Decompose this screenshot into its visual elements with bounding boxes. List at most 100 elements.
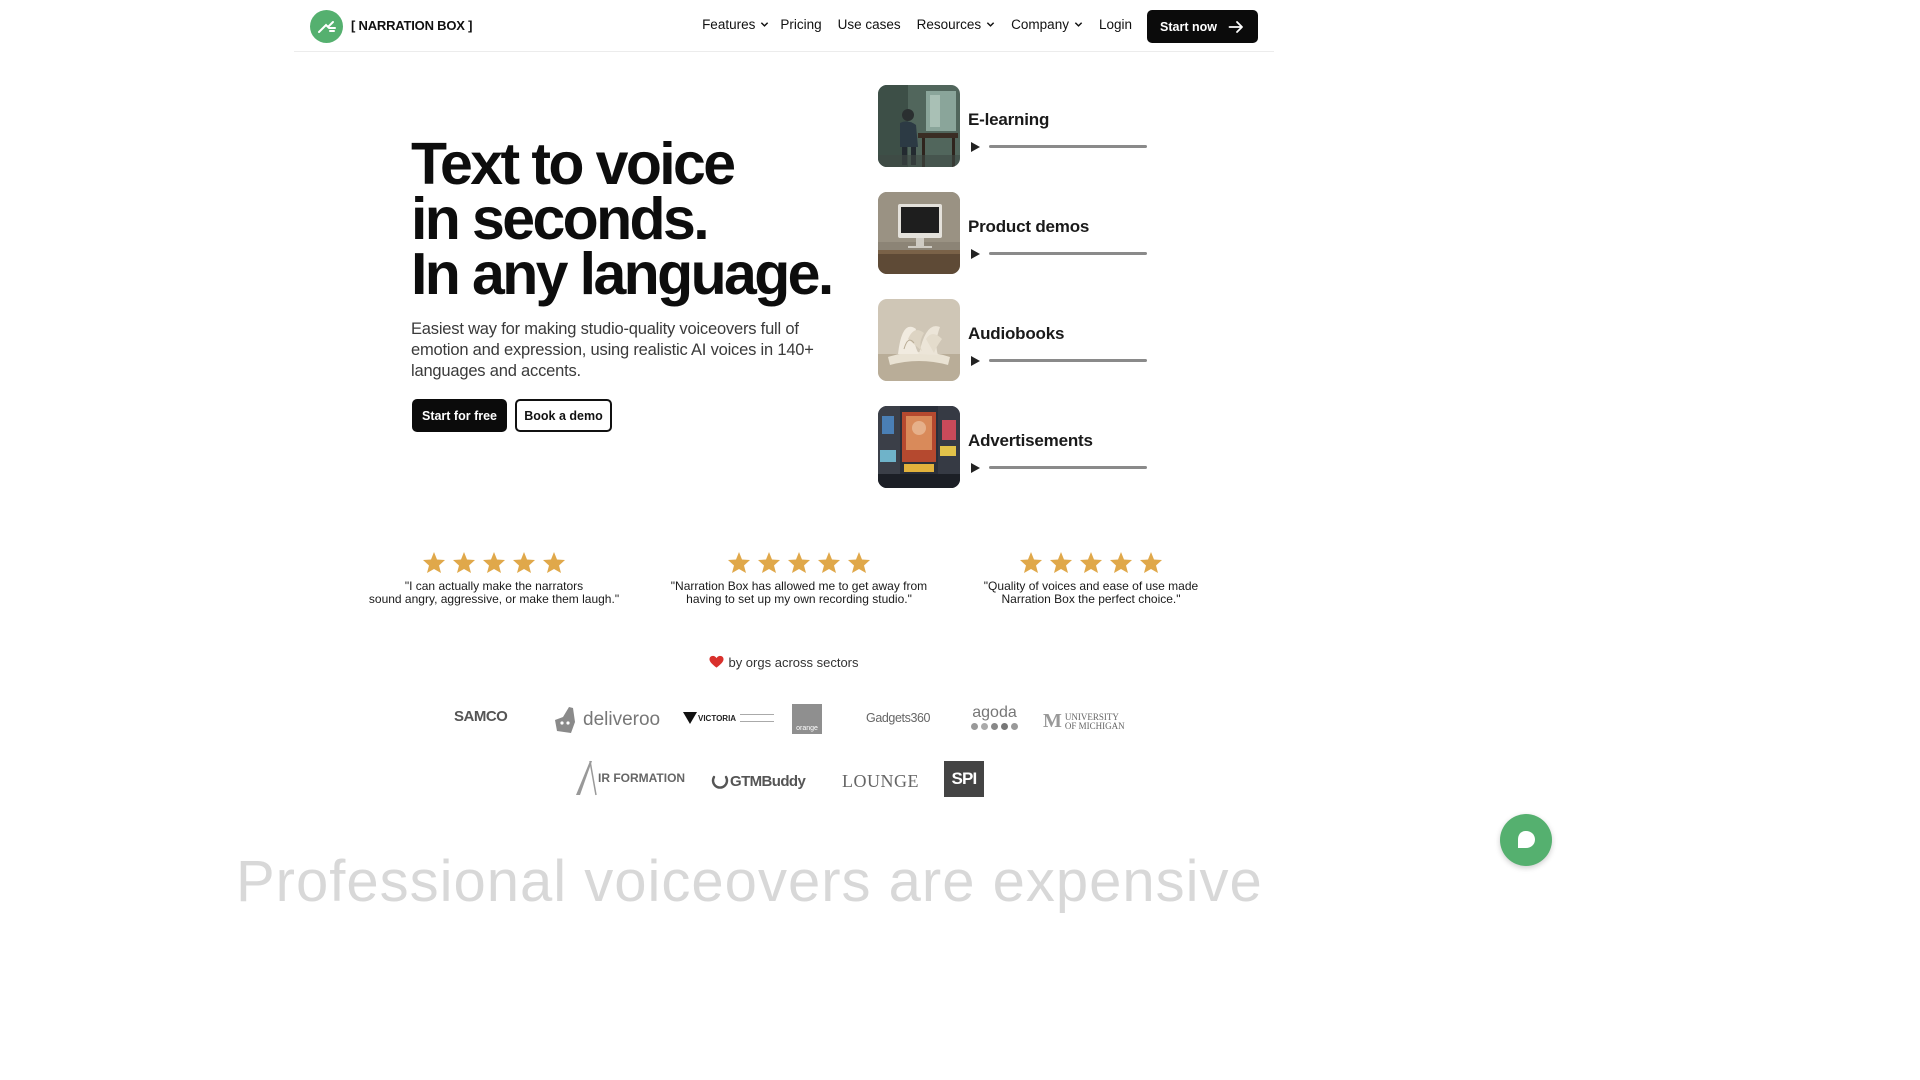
logo-lounge: LOUNGE bbox=[842, 771, 919, 792]
use-case-title: Advertisements bbox=[968, 431, 1093, 450]
logo-text: agoda bbox=[972, 704, 1017, 721]
use-case-advertisements: Advertisements bbox=[878, 406, 1178, 488]
testimonial-quote: "Narration Box has allowed me to get awa… bbox=[670, 579, 928, 606]
star-rating bbox=[362, 551, 626, 574]
star-icon bbox=[788, 552, 810, 573]
nav-item-company[interactable]: Company bbox=[1011, 17, 1083, 32]
star-rating bbox=[976, 551, 1206, 574]
play-icon[interactable] bbox=[970, 462, 981, 474]
star-icon bbox=[1140, 552, 1162, 573]
nav-item-pricing[interactable]: Pricing bbox=[780, 17, 821, 32]
loved-by-text: by orgs across sectors bbox=[728, 655, 859, 670]
nav-item-label: Pricing bbox=[780, 17, 822, 32]
michigan-m-icon: M bbox=[1043, 710, 1062, 732]
star-icon bbox=[848, 552, 870, 573]
logo-spi: SPI bbox=[944, 761, 984, 797]
testimonial: "I can actually make the narrators sound… bbox=[362, 551, 626, 606]
logo-gadgets360: Gadgets360 bbox=[866, 711, 931, 725]
star-icon bbox=[1080, 552, 1102, 573]
star-icon bbox=[543, 552, 565, 573]
testimonial: "Quality of voices and ease of use made … bbox=[976, 551, 1206, 606]
arrow-right-icon bbox=[1228, 21, 1243, 33]
brand-name[interactable]: [ NARRATION BOX ] bbox=[351, 18, 472, 33]
advertisements-thumbnail bbox=[878, 406, 960, 488]
nav-item-label: Company bbox=[1011, 17, 1069, 32]
star-icon bbox=[758, 552, 780, 573]
nav-item-label: Use cases bbox=[837, 17, 901, 32]
nav-item-label: Resources bbox=[916, 17, 982, 32]
star-icon bbox=[423, 552, 445, 573]
hero-subtitle: Easiest way for making studio-quality vo… bbox=[411, 320, 814, 380]
nav-item-login[interactable]: Login bbox=[1099, 17, 1132, 32]
logo-text: LOUNGE bbox=[842, 771, 919, 791]
star-icon bbox=[453, 552, 475, 573]
logo-text: SAMCO bbox=[454, 708, 508, 725]
book-demo-button[interactable]: Book a demo bbox=[515, 399, 612, 432]
nav-item-resources[interactable]: Resources bbox=[917, 17, 996, 32]
star-icon bbox=[1110, 552, 1132, 573]
chevron-down-icon bbox=[761, 22, 769, 27]
audio-progress-track[interactable] bbox=[989, 252, 1147, 255]
start-now-label: Start now bbox=[1160, 19, 1217, 34]
play-icon[interactable] bbox=[970, 248, 981, 260]
hero-title: Text to voice in seconds. In any languag… bbox=[411, 131, 834, 307]
logo-text: orange bbox=[796, 725, 818, 732]
logo-agoda: agoda bbox=[971, 704, 1018, 730]
agoda-dots bbox=[971, 723, 1018, 730]
logo-text: GTMBuddy bbox=[730, 772, 806, 790]
nav-item-use-cases[interactable]: Use cases bbox=[838, 17, 901, 32]
kangaroo-icon bbox=[555, 707, 575, 733]
logo-text: Gadgets360 bbox=[866, 711, 931, 725]
testimonial: "Narration Box has allowed me to get awa… bbox=[664, 551, 934, 606]
nav-links: Features Pricing Use cases Resources Com… bbox=[686, 17, 1132, 32]
product-demos-thumbnail bbox=[878, 192, 960, 274]
use-case-title: Product demos bbox=[968, 217, 1090, 236]
chat-bubble-icon bbox=[1518, 831, 1535, 848]
brand-logo-icon[interactable] bbox=[310, 10, 343, 43]
next-section-heading: Professional voiceovers are expensive bbox=[236, 849, 1263, 914]
play-icon[interactable] bbox=[970, 141, 981, 153]
hero-title-line: In any language. bbox=[411, 241, 834, 307]
audio-progress-track[interactable] bbox=[989, 359, 1147, 362]
victoria-triangle-icon bbox=[683, 712, 697, 724]
start-now-button[interactable]: Start now bbox=[1147, 10, 1258, 43]
chevron-down-icon bbox=[1074, 22, 1083, 27]
star-icon bbox=[513, 552, 535, 573]
logo-text: VICTORIA bbox=[698, 713, 737, 723]
use-case-title: E-learning bbox=[968, 110, 1050, 129]
logo-air-formation: IR FORMATION bbox=[576, 760, 685, 796]
star-icon bbox=[728, 552, 750, 573]
logo-subtext-lines bbox=[740, 714, 775, 722]
chat-widget-button[interactable] bbox=[1500, 814, 1552, 866]
start-for-free-button[interactable]: Start for free bbox=[412, 399, 507, 432]
logo-gtmbuddy: GTMBuddy bbox=[711, 772, 806, 790]
audiobooks-thumbnail bbox=[878, 299, 960, 381]
heart-icon bbox=[709, 655, 724, 668]
e-learning-thumbnail bbox=[878, 85, 960, 167]
star-rating bbox=[664, 551, 934, 574]
use-case-e-learning: E-learning bbox=[878, 85, 1178, 167]
nav-item-label: Login bbox=[1098, 17, 1132, 32]
star-icon bbox=[483, 552, 505, 573]
logo-text: IR FORMATION bbox=[598, 771, 686, 785]
star-icon bbox=[1050, 552, 1072, 573]
logo-text: SPI bbox=[951, 769, 977, 788]
logo-orange: orange bbox=[792, 704, 822, 734]
hero-title-line: in seconds. bbox=[411, 186, 710, 252]
air-formation-mark-icon bbox=[576, 760, 597, 796]
gtmbuddy-smile-icon bbox=[711, 775, 729, 789]
use-case-product-demos: Product demos bbox=[878, 192, 1178, 274]
use-case-audiobooks: Audiobooks bbox=[878, 299, 1178, 381]
hero-title-line: Text to voice bbox=[411, 131, 736, 197]
nav-item-label: Features bbox=[702, 17, 756, 32]
top-navbar: [ NARRATION BOX ] Features Pricing Use c… bbox=[294, 0, 1274, 52]
play-icon[interactable] bbox=[970, 355, 981, 367]
nav-item-features[interactable]: Features bbox=[702, 17, 769, 32]
audio-progress-track[interactable] bbox=[989, 145, 1147, 148]
logo-text: deliveroo bbox=[583, 709, 661, 730]
logo-samco: SAMCO bbox=[454, 708, 508, 725]
loved-by-caption: by orgs across sectors bbox=[0, 655, 1568, 670]
logo-text: UNIVERSITY OF MICHIGAN bbox=[1064, 711, 1125, 731]
logo-victoria: VICTORIA bbox=[682, 711, 775, 725]
audio-progress-track[interactable] bbox=[989, 466, 1147, 469]
